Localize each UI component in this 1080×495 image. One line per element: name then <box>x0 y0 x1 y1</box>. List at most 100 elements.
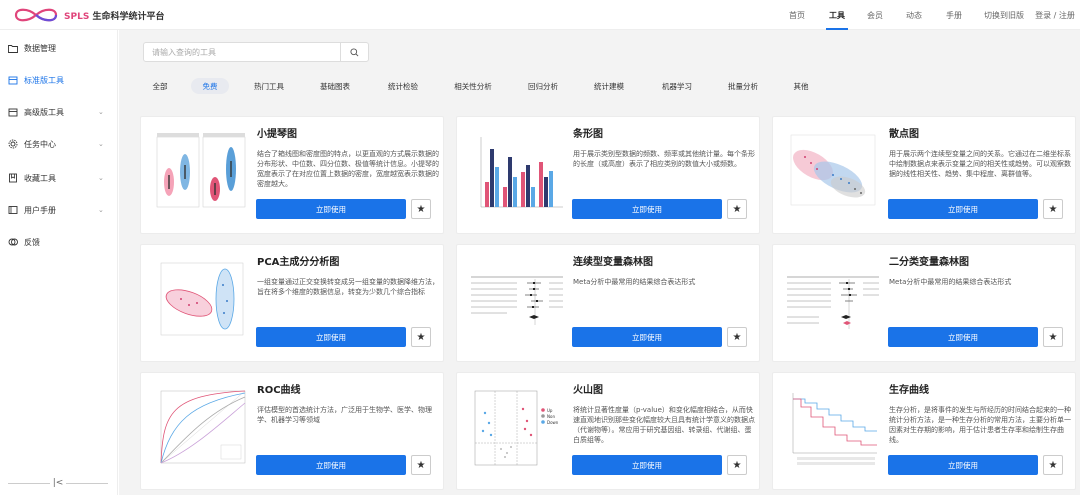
tool-card-volcano[interactable]: Up Non Down 火山图 将统计显著性度量（p-value）和变化幅度相结… <box>456 372 760 490</box>
favorite-star-icon[interactable]: ★ <box>411 327 431 347</box>
card-description: 用于展示类别型数据的频数、频率或其他统计量。每个条形的长度（或高度）表示了相应类… <box>573 150 755 168</box>
category-other[interactable]: 其他 <box>785 78 817 94</box>
sidebar-item-standard-tools[interactable]: 标准版工具 <box>0 70 118 90</box>
collapse-icon[interactable]: |< <box>50 478 66 488</box>
survival-curve-thumbnail <box>792 393 877 465</box>
nav-news[interactable]: 动态 <box>896 0 932 30</box>
logo-icon[interactable] <box>12 5 60 25</box>
search-button[interactable] <box>340 43 368 61</box>
main-content: 全部 免费 热门工具 基础图表 统计检验 相关性分析 回归分析 统计建模 机器学… <box>119 30 1080 495</box>
card-description: 一组变量通过正交变换转变成另一组变量的数据降维方法，旨在将多个维度的数据信息，转… <box>257 278 439 296</box>
volcano-legend-non: Non <box>547 414 555 419</box>
favorite-star-icon[interactable]: ★ <box>727 199 747 219</box>
category-correlation[interactable]: 相关性分析 <box>447 78 499 94</box>
sidebar-item-label: 标准版工具 <box>24 75 64 85</box>
box-icon <box>8 75 18 85</box>
tool-card-survival[interactable]: 生存曲线 生存分析，是将事件的发生与所经历的时间结合起来的一种统计分析方法，是一… <box>772 372 1076 490</box>
tool-card-pca[interactable]: PCA主成分分析图 一组变量通过正交变换转变成另一组变量的数据降维方法，旨在将多… <box>140 244 444 362</box>
use-now-button[interactable]: 立即使用 <box>572 455 722 475</box>
sidebar-item-advanced-tools[interactable]: 高级版工具 ⌄ <box>0 102 118 122</box>
sidebar-item-label: 数据管理 <box>24 43 56 53</box>
card-description: 用于展示两个连续型变量之间的关系。它通过在二维坐标系中绘制数据点来表示变量之间的… <box>889 150 1071 178</box>
tool-card-forest-binary[interactable]: 二分类变量森林图 Meta分析中最常用的结果综合表达形式 立即使用 ★ <box>772 244 1076 362</box>
chevron-down-icon: ⌄ <box>98 108 104 116</box>
favorite-star-icon[interactable]: ★ <box>411 199 431 219</box>
sidebar-item-label: 收藏工具 <box>24 173 56 183</box>
favorite-star-icon[interactable]: ★ <box>727 455 747 475</box>
tool-card-roc[interactable]: ROC曲线 评估模型的首选统计方法，广泛用于生物学、医学、物理学、机器学习等领域… <box>140 372 444 490</box>
tool-card-bar[interactable]: 条形图 用于展示类别型数据的频数、频率或其他统计量。每个条形的长度（或高度）表示… <box>456 116 760 234</box>
sidebar-item-favorites[interactable]: 收藏工具 ⌄ <box>0 168 118 188</box>
category-statistical-tests[interactable]: 统计检验 <box>381 78 425 94</box>
nav-manual[interactable]: 手册 <box>936 0 972 30</box>
favorite-star-icon[interactable]: ★ <box>1043 455 1063 475</box>
card-title: ROC曲线 <box>257 385 301 396</box>
use-now-button[interactable]: 立即使用 <box>256 455 406 475</box>
use-now-button[interactable]: 立即使用 <box>888 199 1038 219</box>
sidebar-item-data-manage[interactable]: 数据管理 <box>0 38 118 58</box>
feedback-icon <box>8 237 18 247</box>
card-title: 散点图 <box>889 129 919 140</box>
sidebar-item-label: 反馈 <box>24 237 40 247</box>
bookmark-icon <box>8 173 18 183</box>
roc-curve-thumbnail <box>160 390 246 464</box>
category-statistical-modeling[interactable]: 统计建模 <box>587 78 631 94</box>
card-title: 二分类变量森林图 <box>889 257 969 268</box>
use-now-button[interactable]: 立即使用 <box>256 327 406 347</box>
card-description: 生存分析，是将事件的发生与所经历的时间结合起来的一种统计分析方法，是一种生存分析… <box>889 406 1071 444</box>
forest-plot-binary-thumbnail <box>787 276 879 329</box>
favorite-star-icon[interactable]: ★ <box>1043 199 1063 219</box>
card-description: 结合了箱线图和密度图的特点，以更直观的方式展示数据的分布形状、中位数、四分位数、… <box>257 150 439 188</box>
brand-cn: 生命科学统计平台 <box>92 12 165 22</box>
card-title: 生存曲线 <box>889 385 929 396</box>
sidebar-item-label: 高级版工具 <box>24 107 64 117</box>
nav-login[interactable]: 登录 / 注册 <box>1032 0 1078 30</box>
use-now-button[interactable]: 立即使用 <box>256 199 406 219</box>
sidebar: 数据管理 标准版工具 高级版工具 ⌄ 任务中心 ⌄ 收藏工具 ⌄ 用户手册 ⌄ … <box>0 30 118 495</box>
search-box <box>143 42 369 62</box>
gear-icon <box>8 139 18 149</box>
forest-plot-thumbnail <box>471 276 563 325</box>
brand-name[interactable]: SPLS 生命科学统计平台 <box>64 9 164 22</box>
nav-membership[interactable]: 会员 <box>858 0 892 30</box>
category-machine-learning[interactable]: 机器学习 <box>655 78 699 94</box>
category-all[interactable]: 全部 <box>145 78 175 94</box>
favorite-star-icon[interactable]: ★ <box>1043 327 1063 347</box>
sidebar-item-user-manual[interactable]: 用户手册 ⌄ <box>0 200 118 220</box>
category-basic-charts[interactable]: 基础图表 <box>313 78 357 94</box>
chevron-down-icon: ⌄ <box>98 206 104 214</box>
use-now-button[interactable]: 立即使用 <box>572 327 722 347</box>
favorite-star-icon[interactable]: ★ <box>727 327 747 347</box>
card-description: 将统计显著性度量（p-value）和变化幅度相结合，从而快速直观地识别那些变化幅… <box>573 406 755 444</box>
category-hot-tools[interactable]: 热门工具 <box>247 78 291 94</box>
card-description: Meta分析中最常用的结果综合表达形式 <box>573 278 696 286</box>
category-batch-analysis[interactable]: 批量分析 <box>721 78 765 94</box>
folder-icon <box>8 43 18 53</box>
card-description: Meta分析中最常用的结果综合表达形式 <box>889 278 1012 286</box>
use-now-button[interactable]: 立即使用 <box>888 327 1038 347</box>
use-now-button[interactable]: 立即使用 <box>572 199 722 219</box>
volcano-legend-up: Up <box>547 408 553 413</box>
favorite-star-icon[interactable]: ★ <box>411 455 431 475</box>
search-input[interactable] <box>144 43 340 61</box>
nav-tools[interactable]: 工具 <box>818 0 856 30</box>
sidebar-item-label: 任务中心 <box>24 139 56 149</box>
sidebar-item-feedback[interactable]: 反馈 <box>0 232 118 252</box>
card-title: 小提琴图 <box>257 129 297 140</box>
card-title: PCA主成分分析图 <box>257 257 340 268</box>
card-title: 连续型变量森林图 <box>573 257 653 268</box>
tool-card-violin[interactable]: 小提琴图 结合了箱线图和密度图的特点，以更直观的方式展示数据的分布形状、中位数、… <box>140 116 444 234</box>
chevron-down-icon: ⌄ <box>98 174 104 182</box>
category-free[interactable]: 免费 <box>191 78 229 94</box>
sidebar-collapse[interactable]: |< <box>8 476 108 490</box>
card-title: 条形图 <box>573 129 603 140</box>
use-now-button[interactable]: 立即使用 <box>888 455 1038 475</box>
nav-home[interactable]: 首页 <box>780 0 814 30</box>
tool-card-forest-continuous[interactable]: 连续型变量森林图 Meta分析中最常用的结果综合表达形式 立即使用 ★ <box>456 244 760 362</box>
tool-card-scatter[interactable]: 散点图 用于展示两个连续型变量之间的关系。它通过在二维坐标系中绘制数据点来表示变… <box>772 116 1076 234</box>
category-regression[interactable]: 回归分析 <box>521 78 565 94</box>
nav-switch-old[interactable]: 切换到旧版 <box>978 0 1030 30</box>
card-description: 评估模型的首选统计方法，广泛用于生物学、医学、物理学、机器学习等领域 <box>257 406 432 424</box>
box-icon <box>8 107 18 117</box>
sidebar-item-task-center[interactable]: 任务中心 ⌄ <box>0 134 118 154</box>
